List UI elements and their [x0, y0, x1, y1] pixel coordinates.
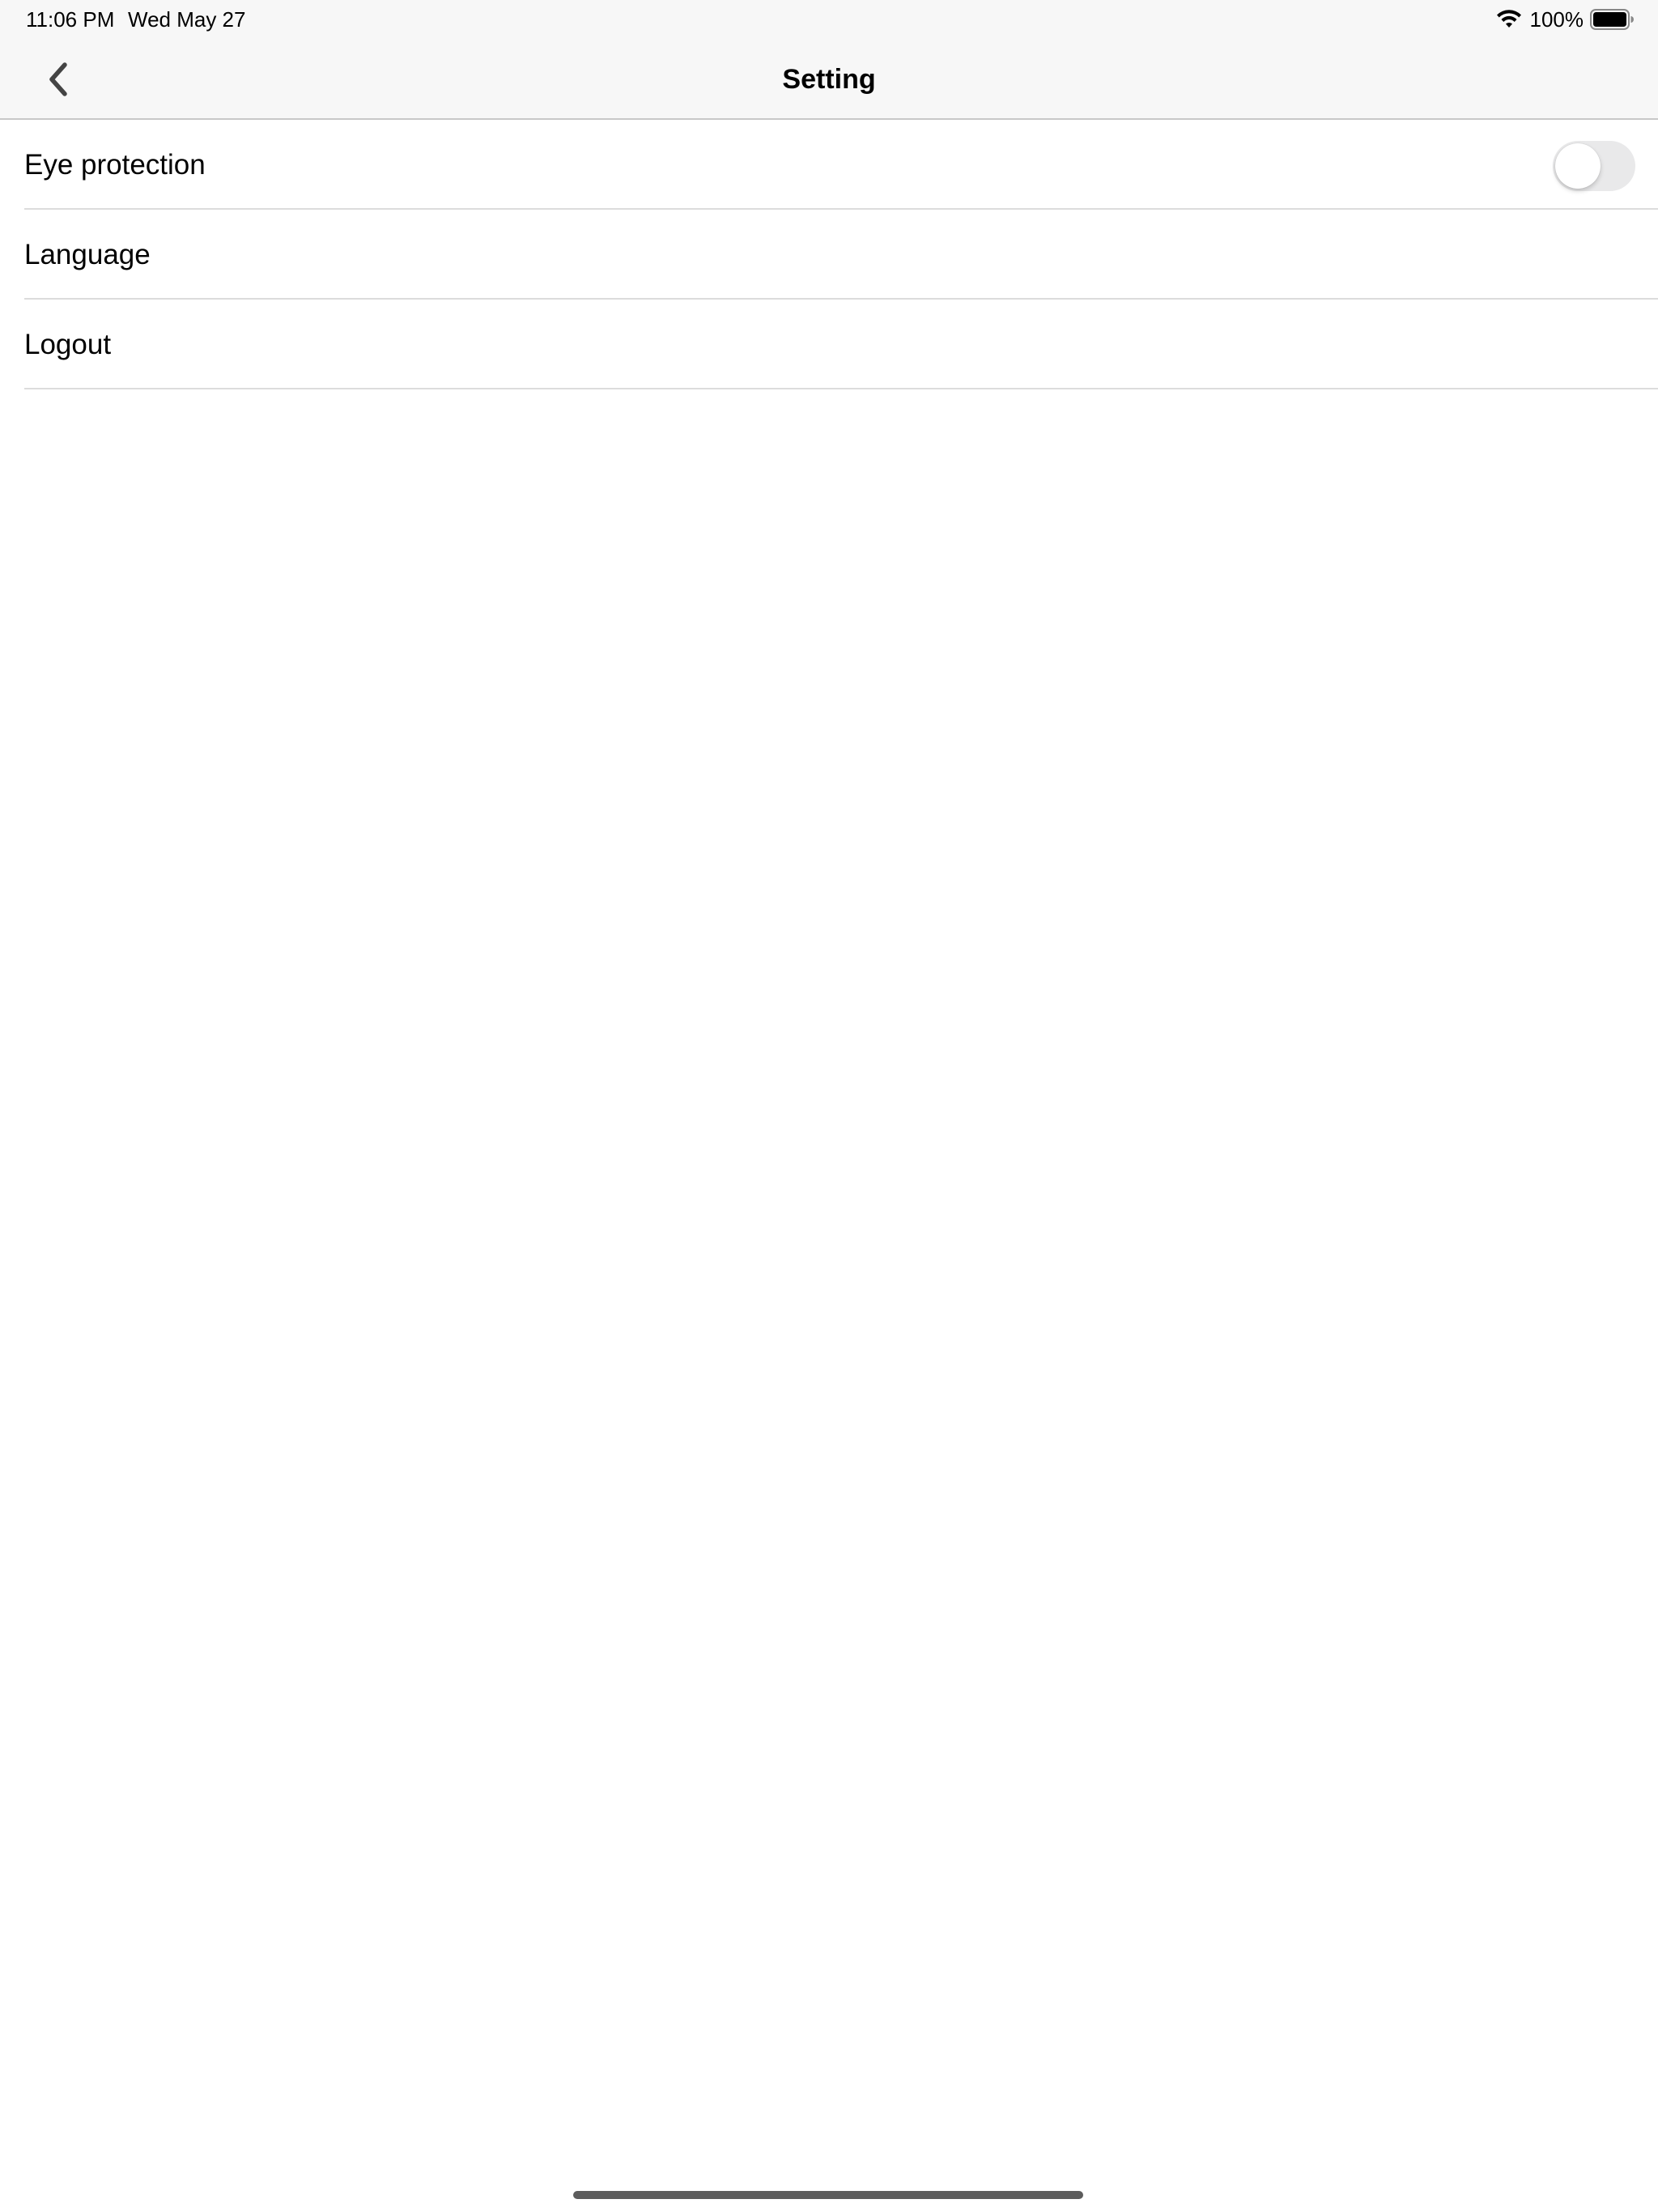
battery-percent: 100%: [1529, 7, 1584, 32]
status-indicators: 100%: [1496, 6, 1634, 32]
eye-protection-toggle[interactable]: [1553, 141, 1635, 191]
settings-row-eye-protection[interactable]: Eye protection: [24, 120, 1658, 210]
header: 11:06 PM Wed May 27 100% Setting: [0, 0, 1658, 120]
status-date: Wed May 27: [128, 7, 246, 32]
settings-list: Eye protection Language Logout: [24, 120, 1658, 389]
battery-icon: [1590, 9, 1634, 30]
wifi-icon: [1496, 10, 1521, 28]
settings-row-label: Eye protection: [24, 149, 206, 181]
settings-row-label: Logout: [24, 329, 112, 360]
settings-row-language[interactable]: Language: [24, 210, 1658, 300]
settings-row-logout[interactable]: Logout: [24, 300, 1658, 389]
settings-row-label: Language: [24, 239, 151, 270]
status-time: 11:06 PM: [26, 7, 115, 32]
home-indicator[interactable]: [573, 2191, 1083, 2199]
page-title: Setting: [782, 64, 876, 95]
toggle-knob: [1555, 143, 1601, 189]
settings-screen: 11:06 PM Wed May 27 100% Setting Eye pro: [0, 0, 1658, 2212]
